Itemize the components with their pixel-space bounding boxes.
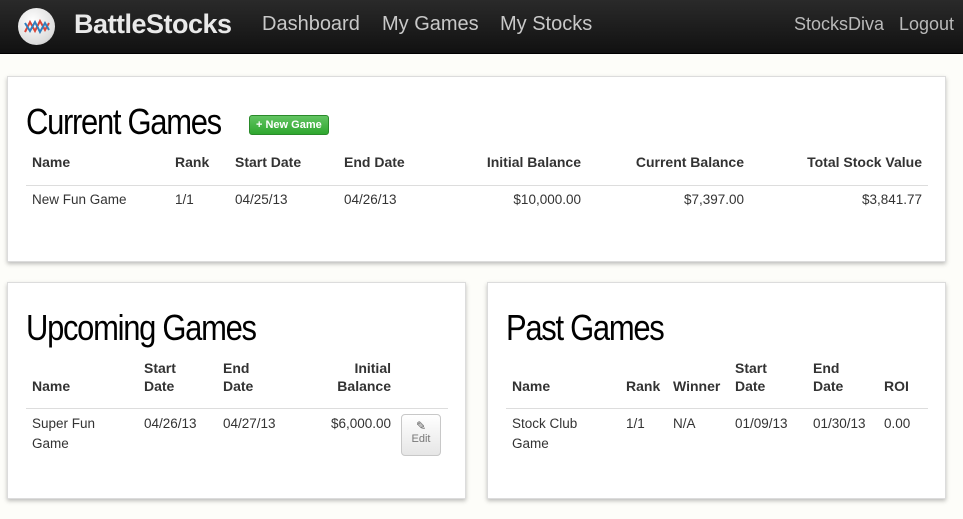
column-header-initial-balance: Initial Balance: [337, 360, 391, 394]
edit-game-button[interactable]: ✎ Edit: [401, 414, 441, 456]
rank-cell: 1/1: [175, 192, 194, 207]
end-date-cell: 04/27/13: [223, 416, 276, 431]
column-header-name: Name: [32, 154, 71, 170]
table-divider: [26, 185, 928, 186]
column-header-winner: Winner: [673, 378, 721, 394]
battlestocks-logo-icon[interactable]: [18, 8, 55, 45]
initial-balance-cell: $6,000.00: [330, 416, 391, 431]
nav-link-my-games[interactable]: My Games: [382, 13, 479, 36]
brand-title[interactable]: BattleStocks: [74, 9, 232, 40]
current-balance-cell: $7,397.00: [683, 192, 744, 207]
new-game-button[interactable]: + New Game: [249, 115, 329, 135]
nav-link-dashboard[interactable]: Dashboard: [262, 13, 360, 36]
user-menu[interactable]: StocksDiva: [794, 14, 884, 35]
game-name-link[interactable]: New Fun Game: [32, 190, 127, 210]
column-header-roi: ROI: [884, 378, 909, 394]
column-header-end-date: End Date: [223, 360, 254, 394]
column-header-rank: Rank: [175, 154, 210, 170]
column-header-name: Name: [32, 378, 71, 394]
column-header-current-balance: Current Balance: [635, 154, 744, 170]
panel-title: Current Games: [26, 101, 222, 142]
total-stock-value-cell: $3,841.77: [861, 192, 922, 207]
panel-title: Upcoming Games: [26, 307, 257, 348]
roi-cell: 0.00: [884, 416, 911, 431]
column-header-start-date: Start Date: [735, 360, 767, 394]
column-header-end-date: End Date: [813, 360, 844, 394]
game-name-link[interactable]: Super Fun Game: [32, 414, 122, 454]
initial-balance-cell: $10,000.00: [513, 192, 581, 207]
end-date-cell: 01/30/13: [813, 416, 866, 431]
navbar: BattleStocks Dashboard My Games My Stock…: [0, 0, 963, 54]
pencil-icon: ✎: [415, 419, 427, 433]
table-divider: [26, 408, 448, 409]
column-header-start-date: Start Date: [144, 360, 176, 394]
rank-cell: 1/1: [626, 416, 645, 431]
winner-cell: N/A: [673, 416, 696, 431]
nav-link-my-stocks[interactable]: My Stocks: [500, 13, 592, 36]
start-date-cell: 04/26/13: [144, 416, 197, 431]
panel-title: Past Games: [506, 307, 665, 348]
table-divider: [506, 408, 928, 409]
current-games-panel: Current Games + New Game Name Rank Start…: [7, 76, 946, 262]
column-header-start-date: Start Date: [235, 154, 302, 170]
column-header-rank: Rank: [626, 378, 661, 394]
end-date-cell: 04/26/13: [344, 192, 397, 207]
upcoming-games-panel: Upcoming Games Name Start Date End Date …: [7, 282, 466, 499]
start-date-cell: 04/25/13: [235, 192, 288, 207]
past-games-panel: Past Games Name Rank Winner Start Date E…: [487, 282, 946, 499]
column-header-name: Name: [512, 378, 551, 394]
start-date-cell: 01/09/13: [735, 416, 788, 431]
logout-link[interactable]: Logout: [899, 14, 954, 35]
column-header-total-stock-value: Total Stock Value: [807, 154, 922, 170]
game-name-link[interactable]: Stock Club Game: [512, 414, 602, 454]
column-header-end-date: End Date: [344, 154, 405, 170]
edit-label: Edit: [411, 433, 431, 445]
column-header-initial-balance: Initial Balance: [486, 154, 581, 170]
